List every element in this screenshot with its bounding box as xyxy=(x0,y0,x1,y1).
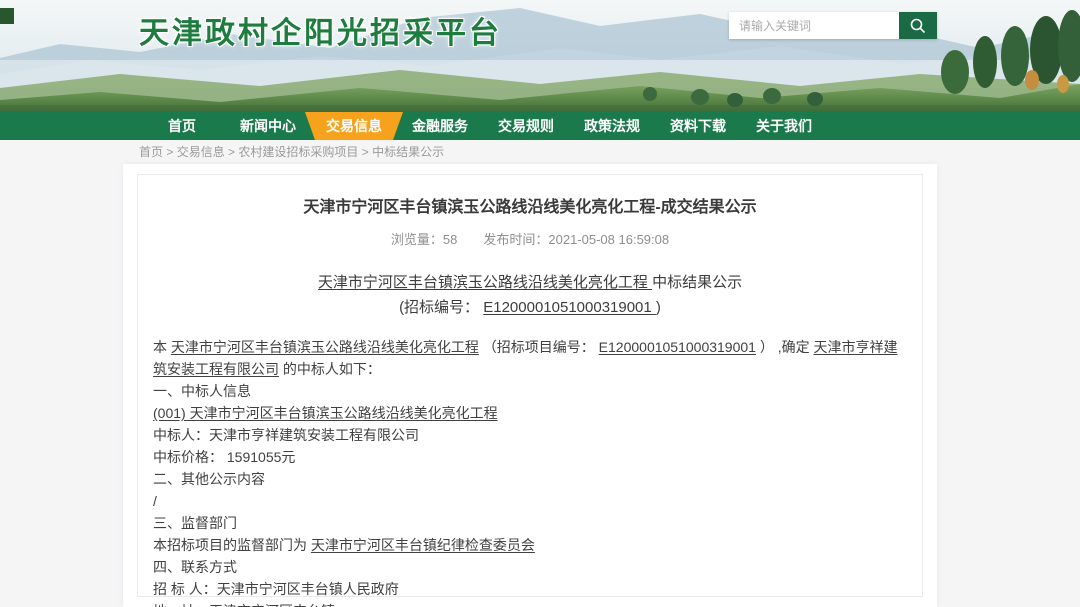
nav-item-trade-rules[interactable]: 交易规则 xyxy=(483,112,569,140)
header-banner: 天津政村企阳光招采平台 xyxy=(0,0,1080,112)
article-subtitle-line: 天津市宁河区丰台镇滨玉公路线沿线美化亮化工程 中标结果公示 xyxy=(153,270,907,295)
article-paragraph: 三、监督部门 xyxy=(153,512,907,534)
search-input[interactable] xyxy=(729,12,899,39)
nav-item-news[interactable]: 新闻中心 xyxy=(225,112,311,140)
article-paragraph: 本 天津市宁河区丰台镇滨玉公路线沿线美化亮化工程 （招标项目编号： E12000… xyxy=(153,336,907,380)
nav-item-home[interactable]: 首页 xyxy=(139,112,225,140)
breadcrumb-item[interactable]: 首页 xyxy=(139,145,163,159)
site-title: 天津政村企阳光招采平台 xyxy=(139,8,502,52)
nav-item-trade-info[interactable]: 交易信息 xyxy=(305,112,403,140)
article-paragraph: 一、中标人信息 xyxy=(153,380,907,402)
views-count: 浏览量：58 xyxy=(391,232,457,247)
article-paragraph: 四、联系方式 xyxy=(153,556,907,578)
main-content: 天津市宁河区丰台镇滨玉公路线沿线美化亮化工程-成交结果公示 浏览量：58 发布时间… xyxy=(123,164,937,607)
publish-time: 发布时间：2021-05-08 16:59:08 xyxy=(483,232,669,247)
nav-item-downloads[interactable]: 资料下载 xyxy=(655,112,741,140)
breadcrumb-item[interactable]: 交易信息 xyxy=(177,145,225,159)
article-paragraph: 中标人：天津市亨祥建筑安装工程有限公司 xyxy=(153,424,907,446)
article-meta: 浏览量：58 发布时间：2021-05-08 16:59:08 xyxy=(153,229,907,248)
breadcrumb-separator: > xyxy=(225,145,239,159)
article-paragraph: 地 址：天津市宁河区丰台镇 xyxy=(153,600,907,607)
article-paragraph: 本招标项目的监督部门为 天津市宁河区丰台镇纪律检查委员会 xyxy=(153,534,907,556)
article-paragraph: 二、其他公示内容 xyxy=(153,468,907,490)
nav-item-policy[interactable]: 政策法规 xyxy=(569,112,655,140)
breadcrumb-item[interactable]: 农村建设招标采购项目 xyxy=(238,145,358,159)
search-box xyxy=(729,12,937,39)
main-nav-bar: 首页新闻中心交易信息金融服务交易规则政策法规资料下载关于我们 xyxy=(0,112,1080,140)
search-icon xyxy=(909,17,927,35)
article-subtitle-line: (招标编号： E1200001051000319001 ) xyxy=(153,295,907,320)
article-box: 天津市宁河区丰台镇滨玉公路线沿线美化亮化工程-成交结果公示 浏览量：58 发布时间… xyxy=(137,174,923,597)
article-paragraph: 招 标 人：天津市宁河区丰台镇人民政府 xyxy=(153,578,907,600)
breadcrumb-separator: > xyxy=(358,145,372,159)
article-paragraph: (001) 天津市宁河区丰台镇滨玉公路线沿线美化亮化工程 xyxy=(153,402,907,424)
article-title: 天津市宁河区丰台镇滨玉公路线沿线美化亮化工程-成交结果公示 xyxy=(153,193,907,217)
search-button[interactable] xyxy=(899,12,937,39)
nav-item-finance[interactable]: 金融服务 xyxy=(397,112,483,140)
article-body: 本 天津市宁河区丰台镇滨玉公路线沿线美化亮化工程 （招标项目编号： E12000… xyxy=(153,336,907,607)
article-paragraph: / xyxy=(153,490,907,512)
main-nav: 首页新闻中心交易信息金融服务交易规则政策法规资料下载关于我们 xyxy=(0,112,1080,140)
article-paragraph: 中标价格： 1591055元 xyxy=(153,446,907,468)
article-subtitle: 天津市宁河区丰台镇滨玉公路线沿线美化亮化工程 中标结果公示(招标编号： E120… xyxy=(153,270,907,320)
breadcrumb-separator: > xyxy=(163,145,177,159)
nav-item-about[interactable]: 关于我们 xyxy=(741,112,827,140)
breadcrumb-item: 中标结果公示 xyxy=(372,145,444,159)
breadcrumb: 首页 > 交易信息 > 农村建设招标采购项目 > 中标结果公示 xyxy=(0,140,1080,162)
